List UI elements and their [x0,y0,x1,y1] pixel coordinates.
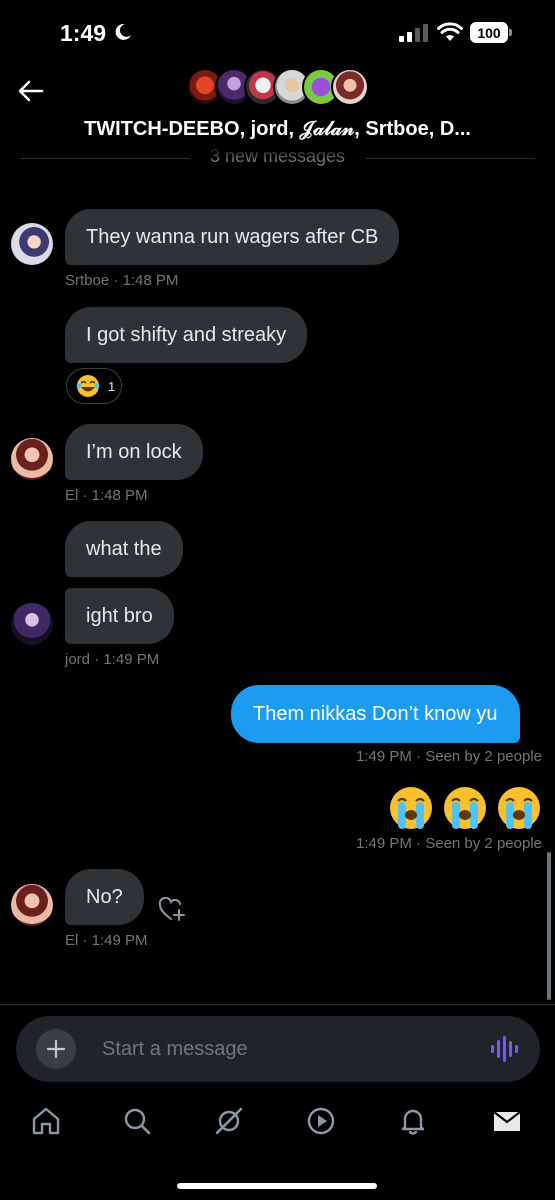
wifi-icon [437,22,463,41]
loudly-crying-face-icon [444,787,486,829]
voice-message-icon[interactable] [490,1035,518,1063]
group-avatars[interactable] [186,68,376,108]
scrollbar[interactable] [547,852,551,1000]
battery-level: 100 [470,22,508,43]
cellular-signal-icon [399,24,428,42]
message-bubble[interactable]: I got shifty and streaky [65,307,308,363]
battery-icon: 100 [470,22,512,43]
message-meta: 1:49 PM · Seen by 2 people [356,748,542,765]
home-icon[interactable] [30,1105,62,1137]
message-input[interactable] [102,1034,462,1064]
emoji-message[interactable] [388,785,542,831]
loudly-crying-face-icon [498,787,540,829]
avatar [331,68,369,106]
message-composer [16,1016,540,1082]
message-bubble[interactable]: ight bro [65,588,174,644]
message-bubble[interactable]: I’m on lock [65,424,203,480]
avatar-srtboe[interactable] [11,223,53,265]
message-bubble[interactable]: They wanna run wagers after CB [65,209,400,265]
message-meta: 1:49 PM · Seen by 2 people [356,835,542,852]
message-meta: El · 1:48 PM [65,487,148,504]
reaction-badge[interactable]: 1 [66,368,122,404]
moon-icon [115,23,131,40]
message-meta: El · 1:49 PM [65,932,148,949]
back-arrow-icon[interactable] [16,76,46,106]
message-bubble-sent[interactable]: Them nikkas Don’t know yu [231,685,520,743]
message-bubble[interactable]: what the [65,521,183,577]
message-meta: Srtboe · 1:48 PM [65,272,179,289]
avatar-el[interactable] [11,438,53,480]
loudly-crying-face-icon [390,787,432,829]
status-time: 1:49 [60,20,107,46]
search-icon[interactable] [121,1105,153,1137]
status-bar: 1:49 100 [0,0,555,62]
grok-icon[interactable] [213,1105,245,1137]
laughing-emoji-icon [76,375,100,397]
conversation-title[interactable]: TWITCH-DEEBO, jord, 𝒥𝒶𝓁𝒶𝓃, Srtboe, D... [0,118,555,141]
reaction-count: 1 [108,378,116,394]
home-indicator[interactable] [177,1183,377,1189]
avatar-el[interactable] [11,884,53,926]
message-bubble[interactable]: No? [65,869,144,925]
avatar-jord[interactable] [11,603,53,645]
add-media-button[interactable] [36,1029,76,1069]
bottom-navigation [0,1095,555,1157]
video-icon[interactable] [305,1105,337,1137]
notifications-icon[interactable] [397,1105,429,1137]
message-meta: jord · 1:49 PM [65,651,160,668]
messages-icon[interactable] [491,1105,523,1137]
add-reaction-icon[interactable] [158,897,186,923]
plus-icon [46,1039,66,1059]
